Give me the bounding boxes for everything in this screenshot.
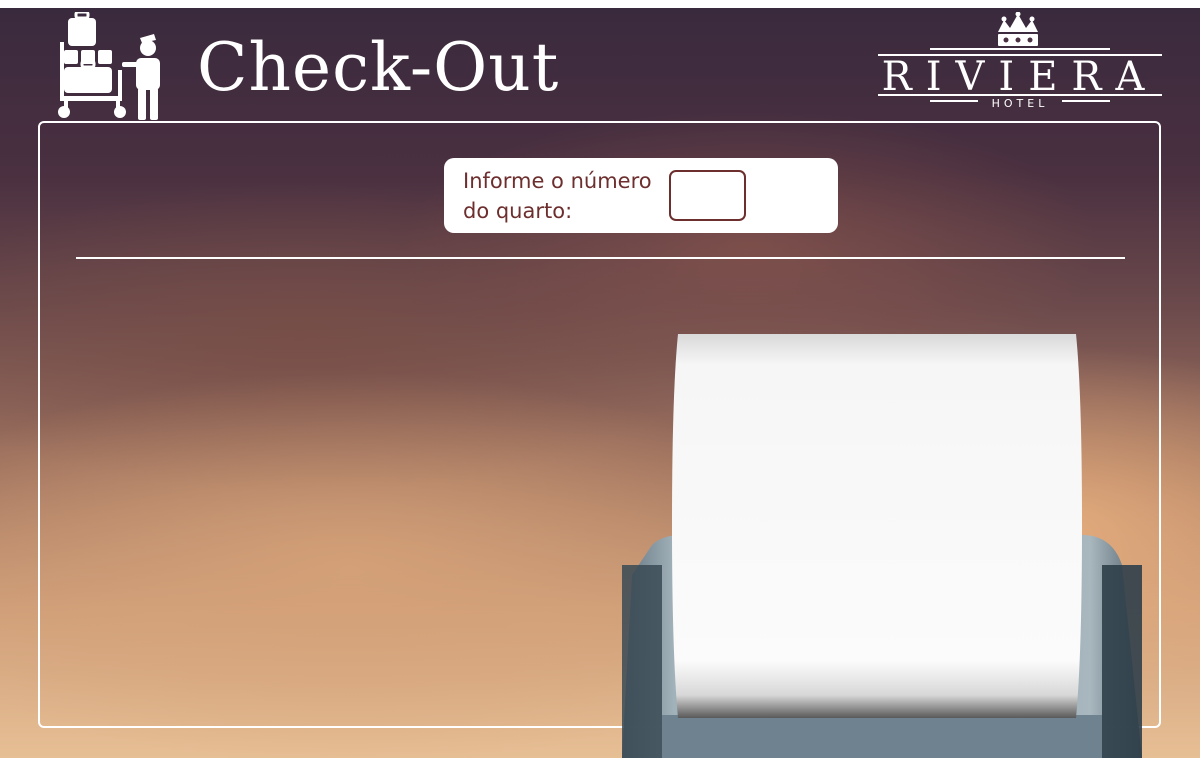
bellboy-luggage-cart-icon [58, 12, 160, 120]
divider [76, 257, 1125, 259]
crown-icon [998, 12, 1038, 46]
page-title: Check-Out [197, 29, 560, 106]
logo-brand-name: RIVIERA [882, 54, 1159, 100]
room-number-label: Informe o número do quarto: [463, 169, 652, 223]
room-number-input[interactable] [669, 170, 746, 221]
room-number-form: Informe o número do quarto: [444, 158, 838, 233]
logo-brand-subtitle: HOTEL [992, 97, 1049, 110]
paper-receipt [672, 334, 1082, 718]
riviera-hotel-logo: RIVIERA HOTEL [878, 12, 1162, 110]
